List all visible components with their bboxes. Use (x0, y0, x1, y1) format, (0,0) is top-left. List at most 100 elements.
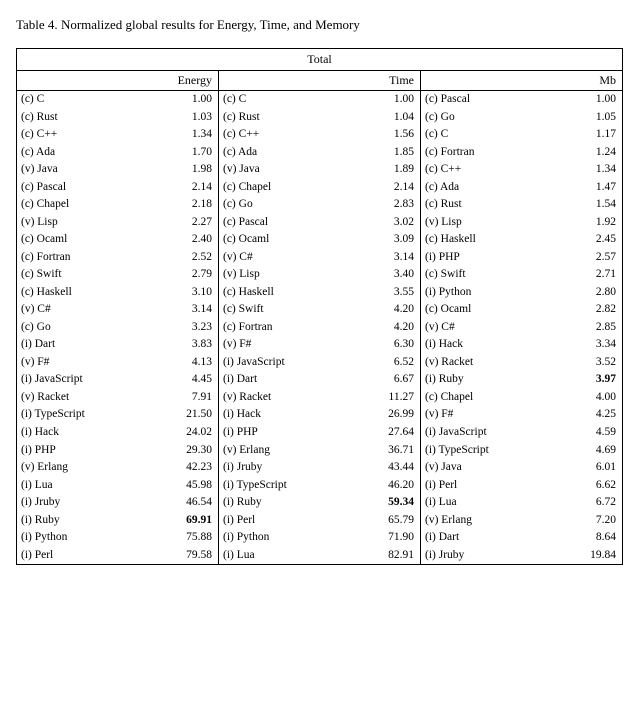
table-row: (v) C#3.14 (17, 301, 218, 319)
value-cell: 59.34 (378, 495, 414, 511)
value-cell: 71.90 (378, 530, 414, 546)
lang-label: (v) Java (21, 162, 176, 178)
table-row: (i) Python71.90 (219, 529, 420, 547)
value-cell: 1.24 (580, 145, 616, 161)
table-row: (i) Python75.88 (17, 529, 218, 547)
table-row: (c) Ocaml2.40 (17, 231, 218, 249)
energy-header: Energy (17, 71, 218, 91)
lang-label: (v) Lisp (21, 215, 176, 231)
lang-label: (i) Ruby (21, 513, 176, 529)
lang-label: (c) C++ (425, 162, 580, 178)
value-cell: 6.01 (580, 460, 616, 476)
value-cell: 36.71 (378, 443, 414, 459)
value-cell: 4.00 (580, 390, 616, 406)
table-row: (v) Erlang7.20 (421, 512, 622, 530)
table-row: (v) F#4.13 (17, 354, 218, 372)
value-cell: 3.34 (580, 337, 616, 353)
lang-label: (c) Fortran (223, 320, 378, 336)
lang-label: (c) Ocaml (21, 232, 176, 248)
value-cell: 4.45 (176, 372, 212, 388)
lang-label: (v) C# (223, 250, 378, 266)
lang-label: (v) Erlang (223, 443, 378, 459)
value-cell: 6.72 (580, 495, 616, 511)
lang-label: (i) Perl (21, 548, 176, 564)
table-row: (c) Fortran1.24 (421, 144, 622, 162)
table-row: (i) Ruby69.91 (17, 512, 218, 530)
lang-label: (c) C++ (223, 127, 378, 143)
value-cell: 1.70 (176, 145, 212, 161)
lang-label: (c) Swift (425, 267, 580, 283)
value-cell: 8.64 (580, 530, 616, 546)
table-row: (v) Racket11.27 (219, 389, 420, 407)
table-row: (c) Go1.05 (421, 109, 622, 127)
lang-label: (i) TypeScript (21, 407, 176, 423)
lang-label: (i) Jruby (223, 460, 378, 476)
table-row: (c) C1.00 (219, 91, 420, 109)
lang-label: (v) Erlang (21, 460, 176, 476)
lang-label: (c) Rust (223, 110, 378, 126)
mb-header: Mb (421, 71, 622, 91)
lang-label: (i) Ruby (425, 372, 580, 388)
value-cell: 42.23 (176, 460, 212, 476)
table-row: (i) PHP27.64 (219, 424, 420, 442)
table-row: (c) Swift2.79 (17, 266, 218, 284)
table-row: (i) JavaScript4.45 (17, 371, 218, 389)
value-cell: 2.18 (176, 197, 212, 213)
table-row: (c) Chapel4.00 (421, 389, 622, 407)
table-row: (i) Dart6.67 (219, 371, 420, 389)
value-cell: 45.98 (176, 478, 212, 494)
table-row: (v) C#2.85 (421, 319, 622, 337)
lang-label: (i) PHP (425, 250, 580, 266)
table-row: (i) Dart8.64 (421, 529, 622, 547)
value-cell: 3.02 (378, 215, 414, 231)
lang-label: (c) Haskell (425, 232, 580, 248)
value-cell: 3.52 (580, 355, 616, 371)
value-cell: 2.27 (176, 215, 212, 231)
value-cell: 3.09 (378, 232, 414, 248)
table-row: (i) Perl65.79 (219, 512, 420, 530)
table-row: (c) Haskell3.55 (219, 284, 420, 302)
lang-label: (c) Go (21, 320, 176, 336)
lang-label: (c) Haskell (21, 285, 176, 301)
lang-label: (v) F# (21, 355, 176, 371)
table-row: (i) PHP29.30 (17, 442, 218, 460)
value-cell: 27.64 (378, 425, 414, 441)
value-cell: 46.54 (176, 495, 212, 511)
lang-label: (i) Hack (425, 337, 580, 353)
lang-label: (i) Lua (223, 548, 378, 564)
table-row: (c) Pascal2.14 (17, 179, 218, 197)
value-cell: 2.14 (378, 180, 414, 196)
table-row: (i) Perl6.62 (421, 477, 622, 495)
table-row: (c) Ocaml3.09 (219, 231, 420, 249)
table-row: (c) Go2.83 (219, 196, 420, 214)
energy-rows: (c) C1.00(c) Rust1.03(c) C++1.34(c) Ada1… (17, 91, 218, 564)
value-cell: 1.04 (378, 110, 414, 126)
value-cell: 19.84 (580, 548, 616, 564)
value-cell: 2.71 (580, 267, 616, 283)
value-cell: 4.69 (580, 443, 616, 459)
title-normal: Normalized global results for Energy, Ti… (58, 17, 360, 32)
lang-label: (c) C (223, 92, 378, 108)
table-row: (i) PHP2.57 (421, 249, 622, 267)
lang-label: (v) Lisp (425, 215, 580, 231)
lang-label: (c) Ada (425, 180, 580, 196)
value-cell: 1.00 (580, 92, 616, 108)
value-cell: 2.85 (580, 320, 616, 336)
value-cell: 1.00 (176, 92, 212, 108)
value-cell: 4.20 (378, 320, 414, 336)
lang-label: (c) Ocaml (425, 302, 580, 318)
value-cell: 2.57 (580, 250, 616, 266)
table-row: (v) Erlang36.71 (219, 442, 420, 460)
value-cell: 26.99 (378, 407, 414, 423)
lang-label: (i) Python (425, 285, 580, 301)
table-row: (v) Racket3.52 (421, 354, 622, 372)
table-row: (c) Swift2.71 (421, 266, 622, 284)
table-row: (c) Fortran2.52 (17, 249, 218, 267)
lang-label: (i) Dart (223, 372, 378, 388)
lang-label: (i) Lua (21, 478, 176, 494)
time-section: Time (c) C1.00(c) Rust1.04(c) C++1.56(c)… (219, 71, 421, 564)
table-row: (c) Chapel2.14 (219, 179, 420, 197)
lang-label: (c) Chapel (223, 180, 378, 196)
lang-label: (c) Haskell (223, 285, 378, 301)
value-cell: 69.91 (176, 513, 212, 529)
